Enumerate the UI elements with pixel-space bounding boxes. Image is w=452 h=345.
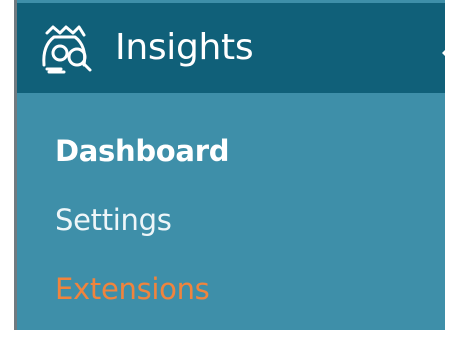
insights-icon: [37, 23, 95, 75]
admin-menu-panel: Insights Dashboard Settings Extensions: [0, 0, 452, 333]
submenu-item-dashboard[interactable]: Dashboard: [55, 126, 229, 195]
insights-submenu: Dashboard Settings Extensions: [55, 126, 229, 333]
insights-menu-header[interactable]: Insights: [17, 3, 452, 93]
submenu-item-settings[interactable]: Settings: [55, 195, 229, 264]
submenu-item-extensions[interactable]: Extensions: [55, 264, 229, 333]
menu-left-divider: [14, 0, 17, 330]
page: Insights Dashboard Settings Extensions: [0, 0, 452, 345]
menu-title: Insights: [115, 27, 254, 68]
current-indicator-arrow-icon: [442, 33, 452, 73]
